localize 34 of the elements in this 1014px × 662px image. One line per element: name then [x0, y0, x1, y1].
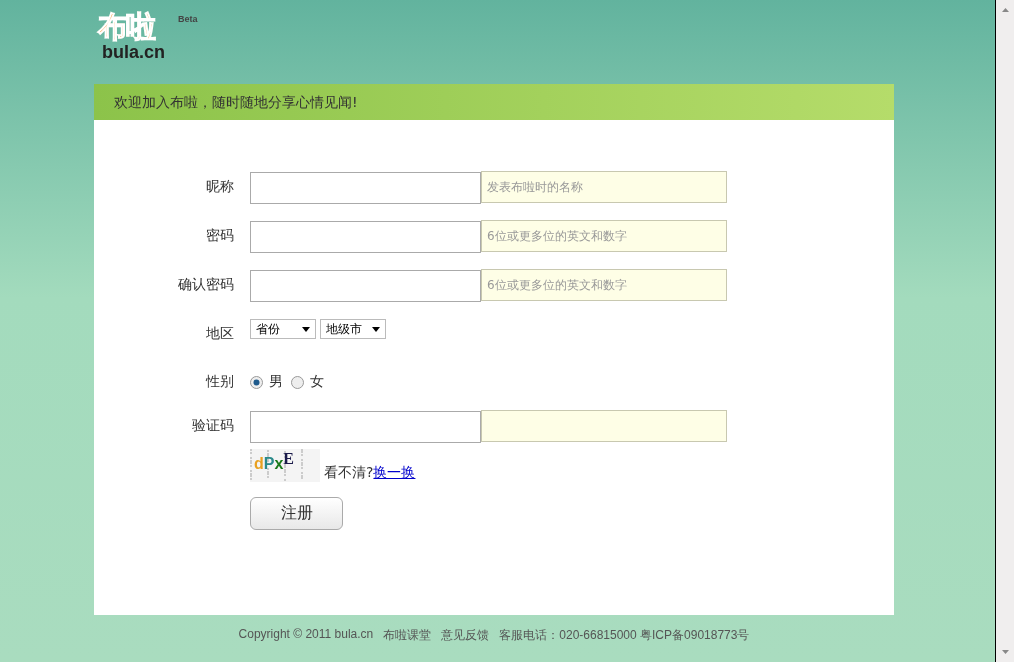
- field-label: 性别: [204, 373, 235, 391]
- field-label: 密码: [205, 227, 235, 245]
- welcome-banner: 欢迎加入布啦，随时随地分享心情见闻!: [94, 84, 894, 120]
- field-label: 确认密码: [177, 276, 235, 294]
- field-label: 验证码: [191, 417, 235, 435]
- footer-link[interactable]: 意见反馈: [441, 627, 490, 644]
- field-label: 地区: [205, 325, 235, 343]
- field-label: 昵称: [205, 178, 235, 196]
- field-hint: 发表布啦时的名称: [481, 171, 727, 203]
- copyright-text: Copyright © 2011 bula.cn: [238, 627, 374, 643]
- dropdown[interactable]: 省份: [250, 319, 316, 339]
- footer-link[interactable]: 布啦课堂: [383, 627, 432, 644]
- radio-label: 女: [310, 373, 324, 391]
- dropdown[interactable]: 地级市: [320, 319, 386, 339]
- radio-label: 男: [269, 373, 283, 391]
- radio-button[interactable]: [250, 375, 263, 389]
- scroll-up-icon[interactable]: [1001, 8, 1009, 12]
- input-field[interactable]: [250, 172, 481, 204]
- scroll-down-icon[interactable]: [1001, 650, 1009, 654]
- site-logo[interactable]: 布啦 bula.cn Beta: [98, 10, 198, 70]
- contact-text: 客服电话：020-66815000 粤ICP备09018773号: [499, 627, 750, 644]
- field-hint: 6位或更多位的英文和数字: [481, 269, 727, 301]
- captcha-prompt: 看不清?: [324, 464, 374, 482]
- register-button[interactable]: 注册: [250, 497, 343, 530]
- caret-icon: [302, 326, 310, 332]
- captcha-image: dPxE: [250, 449, 320, 482]
- caret-icon: [372, 326, 380, 332]
- radio-button[interactable]: [291, 375, 304, 389]
- scrollbar[interactable]: [995, 0, 1014, 662]
- captcha-input-field[interactable]: [250, 411, 481, 443]
- input-field[interactable]: [250, 221, 481, 253]
- refresh-captcha-link[interactable]: 换一换: [373, 464, 416, 482]
- input-field[interactable]: [250, 270, 481, 302]
- field-hint: 6位或更多位的英文和数字: [481, 220, 727, 252]
